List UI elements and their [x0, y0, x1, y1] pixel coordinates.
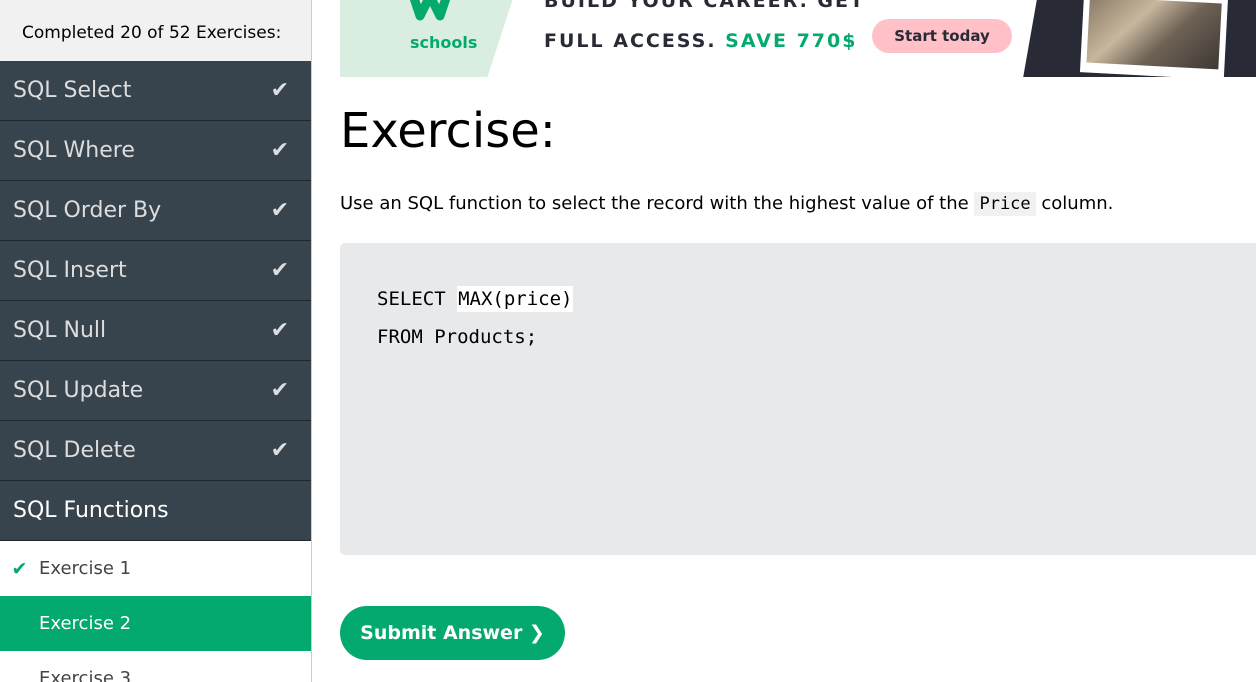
submit-answer-button[interactable]: Submit Answer ❯ — [340, 606, 565, 660]
sidebar-item-label: SQL Null — [13, 318, 107, 343]
sidebar-item-sql-select[interactable]: SQL Select ✔ — [0, 61, 311, 121]
sidebar-item-sql-order-by[interactable]: SQL Order By ✔ — [0, 181, 311, 241]
sidebar-item-sql-update[interactable]: SQL Update ✔ — [0, 361, 311, 421]
w3schools-logo-icon: 3 — [409, 0, 463, 21]
sidebar-item-sql-delete[interactable]: SQL Delete ✔ — [0, 421, 311, 481]
sidebar-item-label: SQL Update — [13, 378, 144, 403]
sidebar-item-sql-where[interactable]: SQL Where ✔ — [0, 121, 311, 181]
code-editor: SELECT MAX(price) FROM Products; — [340, 243, 1256, 555]
sidebar-item-label: SQL Select — [13, 78, 132, 103]
banner-headline-line2: FULL ACCESS. SAVE 770$ — [544, 30, 857, 52]
instruction-text-end: column. — [1041, 193, 1114, 214]
instruction-code: Price — [974, 192, 1036, 216]
exercise-item-1[interactable]: ✔ Exercise 1 — [0, 541, 311, 596]
checkmark-icon: ✔ — [270, 78, 289, 103]
checkmark-icon: ✔ — [270, 258, 289, 283]
banner-headline-line1: BUILD YOUR CAREER. GET — [544, 0, 865, 12]
banner-headline-text: FULL ACCESS. — [544, 30, 717, 52]
photo-image — [1086, 0, 1222, 70]
page-title: Exercise: — [340, 103, 556, 159]
checkmark-icon: ✔ — [270, 318, 289, 343]
sidebar-item-label: SQL Order By — [13, 198, 162, 223]
instruction-text: Use an SQL function to select the record… — [340, 193, 969, 214]
ad-banner[interactable]: 3 schools BUILD YOUR CAREER. GET FULL AC… — [340, 0, 1256, 77]
sidebar-item-label: SQL Functions — [13, 498, 169, 523]
code-line-1: SELECT MAX(price) — [377, 286, 574, 312]
start-today-button[interactable]: Start today — [872, 19, 1012, 53]
checkmark-icon: ✔ — [11, 557, 28, 580]
exercise-sidebar: Completed 20 of 52 Exercises: SQL Select… — [0, 0, 312, 682]
checkmark-icon: ✔ — [270, 438, 289, 463]
logo-superscript: 3 — [455, 0, 463, 1]
exercise-label: Exercise 2 — [39, 613, 132, 634]
sidebar-item-sql-null[interactable]: SQL Null ✔ — [0, 301, 311, 361]
progress-text: Completed 20 of 52 Exercises: — [0, 0, 311, 61]
exercise-label: Exercise 1 — [39, 558, 132, 579]
exercise-instruction: Use an SQL function to select the record… — [340, 192, 1114, 216]
exercise-item-2[interactable]: Exercise 2 — [0, 596, 311, 651]
sidebar-item-label: SQL Where — [13, 138, 135, 163]
banner-photo — [1079, 0, 1229, 77]
exercise-label: Exercise 3 — [39, 668, 132, 682]
logo-text: schools — [410, 33, 478, 52]
exercise-item-3[interactable]: Exercise 3 — [0, 651, 311, 682]
answer-input[interactable]: MAX(price) — [457, 286, 574, 312]
code-keyword: SELECT — [377, 288, 446, 310]
checkmark-icon: ✔ — [270, 378, 289, 403]
sidebar-item-sql-functions[interactable]: SQL Functions — [0, 481, 311, 541]
code-line-2: FROM Products; — [377, 326, 538, 348]
banner-save-text: SAVE 770$ — [725, 30, 858, 52]
checkmark-icon: ✔ — [270, 198, 289, 223]
sidebar-item-label: SQL Insert — [13, 258, 127, 283]
sidebar-item-sql-insert[interactable]: SQL Insert ✔ — [0, 241, 311, 301]
sidebar-item-label: SQL Delete — [13, 438, 136, 463]
checkmark-icon: ✔ — [270, 138, 289, 163]
